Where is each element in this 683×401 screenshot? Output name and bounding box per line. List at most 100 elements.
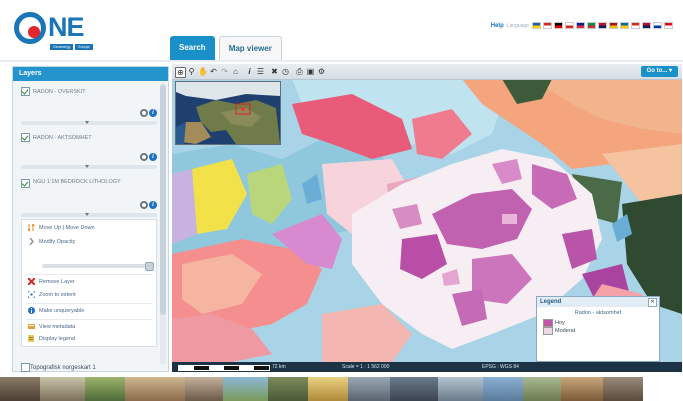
scale-distance: 72 km (272, 364, 286, 370)
print-icon[interactable]: ⎙ (295, 67, 304, 76)
language-flag-icon[interactable] (664, 22, 673, 29)
layer-checkbox[interactable] (21, 87, 30, 96)
action-remove-layer[interactable]: Remove Layer (27, 277, 75, 286)
header-divider (0, 60, 683, 62)
map-toolbar: ⊕ ⚲ ✋ ↶ ↷ ⌂ i ☰ ✖ ◷ ⎙ ▣ ⚙ Go to... ▾ (172, 64, 682, 80)
opacity-slider-knob[interactable] (145, 262, 154, 271)
layers-scrollbar[interactable] (160, 83, 166, 365)
photo-thumbnail (85, 377, 125, 401)
legend-header[interactable]: Legend ✕ (537, 297, 659, 307)
language-flags (532, 22, 673, 29)
logo-ring-icon (14, 12, 46, 44)
legend-title: Legend (540, 299, 562, 305)
layer-checkbox[interactable] (21, 363, 30, 372)
language-flag-icon[interactable] (631, 22, 640, 29)
layer-info-icon[interactable]: i (149, 153, 157, 161)
action-label: Zoom to extent (39, 291, 76, 298)
tab-map-viewer[interactable]: Map viewer (218, 36, 282, 61)
action-label: Display legend (39, 335, 76, 342)
action-make-unqueryable[interactable]: Make unqueryable (28, 307, 84, 314)
language-flag-icon[interactable] (576, 22, 585, 29)
action-move[interactable]: Move Up | Move Down (27, 222, 95, 233)
language-flag-icon[interactable] (609, 22, 618, 29)
language-flag-icon[interactable] (565, 22, 574, 29)
undo-icon[interactable]: ↶ (209, 67, 218, 76)
language-flag-icon[interactable] (642, 22, 651, 29)
tools-icon[interactable]: ✖ (270, 67, 279, 76)
action-opacity[interactable]: Modify Opacity (28, 237, 76, 246)
zoom-extent-icon (27, 290, 36, 299)
language-flag-icon[interactable] (598, 22, 607, 29)
divider (26, 274, 152, 275)
layer-info-icon[interactable]: i (149, 201, 157, 209)
photo-thumbnail (438, 377, 483, 401)
scrollbar-thumb[interactable] (160, 85, 166, 315)
layer-item-topographic: Topografisk norgeskart 1 (21, 363, 96, 372)
language-flag-icon[interactable] (620, 22, 629, 29)
tab-search[interactable]: Search (170, 36, 215, 60)
action-label: Make unqueryable (39, 307, 85, 314)
goto-button[interactable]: Go to... ▾ (640, 66, 678, 77)
info-icon[interactable]: i (245, 67, 254, 76)
language-label: Language (506, 22, 529, 29)
language-flag-icon[interactable] (543, 22, 552, 29)
layer-name: Radon - overskit (33, 88, 86, 95)
zoom-box-icon[interactable]: ⊕ (175, 67, 186, 78)
help-link[interactable]: Help (491, 23, 504, 29)
info-icon (28, 307, 35, 314)
photo-thumbnail (185, 377, 223, 401)
pan-icon[interactable]: ✋ (198, 67, 208, 76)
layer-options-icon[interactable] (140, 201, 148, 209)
legend-window[interactable]: Legend ✕ Radon - aktsomhet Hoy Moderat (536, 296, 660, 362)
layers-panel-title: Layers (13, 67, 168, 81)
move-icon (27, 222, 35, 233)
photo-thumbnail (561, 377, 603, 401)
layer-opacity-bar[interactable] (21, 213, 157, 217)
legend-label: Moderat (555, 328, 576, 334)
language-flag-icon[interactable] (554, 22, 563, 29)
opacity-slider[interactable] (42, 262, 154, 271)
overview-map[interactable] (175, 81, 281, 145)
zoom-icon[interactable]: ⚲ (187, 67, 196, 76)
overview-map-image[interactable] (176, 82, 280, 144)
legend-icon (28, 335, 35, 342)
layer-checkbox[interactable] (21, 133, 30, 142)
redo-icon[interactable]: ↷ (220, 67, 229, 76)
language-flag-icon[interactable] (587, 22, 596, 29)
goto-label: Go to... (646, 68, 668, 74)
action-display-legend[interactable]: Display legend (28, 335, 75, 342)
photo-thumbnail (483, 377, 523, 401)
action-zoom-extent[interactable]: Zoom to extent (27, 290, 76, 299)
home-icon[interactable]: ⌂ (231, 67, 240, 76)
action-label: Modify Opacity (39, 238, 76, 245)
photo-thumbnail (523, 377, 561, 401)
save-icon[interactable]: ▣ (306, 67, 315, 76)
layer-name: Topografisk norgeskart 1 (30, 365, 96, 372)
legend-items: Hoy Moderat (543, 319, 659, 335)
settings-icon[interactable]: ⚙ (317, 67, 326, 76)
language-flag-icon[interactable] (653, 22, 662, 29)
close-icon[interactable]: ✕ (648, 298, 657, 307)
logo-sub-2: Europe (75, 44, 93, 50)
action-label: View metadata (39, 323, 76, 330)
logo[interactable]: NE Geoenergy Europe (14, 10, 110, 54)
layer-opacity-bar[interactable] (21, 165, 157, 169)
legend-swatch (543, 319, 553, 327)
metadata-icon (28, 323, 35, 330)
layer-item-radon-overview: Radon - overskit i (21, 87, 157, 125)
layer-checkbox[interactable] (21, 179, 30, 188)
scale-bar (178, 365, 270, 371)
layer-item-radon-aktsomhet: Radon - aktsomhet i (21, 133, 157, 169)
map-viewer[interactable]: ⊕ ⚲ ✋ ↶ ↷ ⌂ i ☰ ✖ ◷ ⎙ ▣ ⚙ Go to... ▾ Leg… (172, 64, 682, 372)
layer-opacity-bar[interactable] (21, 121, 157, 125)
coordinate-system: EPSG : WGS 84 (482, 364, 519, 370)
clock-icon[interactable]: ◷ (281, 67, 290, 76)
layer-options-icon[interactable] (140, 109, 148, 117)
layer-info-icon[interactable]: i (149, 109, 157, 117)
layer-options-icon[interactable] (140, 153, 148, 161)
list-icon[interactable]: ☰ (256, 67, 265, 76)
map-statusbar: 72 km Scale = 1 : 1 562 000 EPSG : WGS 8… (172, 362, 682, 372)
action-view-metadata[interactable]: View metadata (28, 323, 75, 330)
language-flag-icon[interactable] (532, 22, 541, 29)
photo-thumbnail (223, 377, 268, 401)
